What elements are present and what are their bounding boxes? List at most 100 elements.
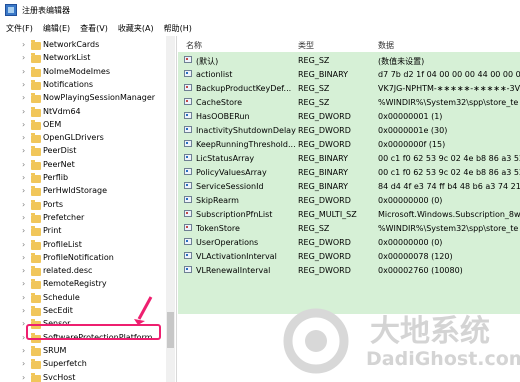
expand-chevron-icon[interactable]: › <box>22 200 25 209</box>
tree-item[interactable]: › PeerDist <box>0 145 166 159</box>
expand-chevron-icon[interactable]: › <box>22 80 25 89</box>
value-name: ServiceSessionId <box>196 182 264 191</box>
expand-chevron-icon[interactable]: › <box>22 293 25 302</box>
expand-chevron-icon[interactable]: › <box>22 373 25 382</box>
value-row[interactable]: KeepRunningThreshold... REG_DWORD 0x000000… <box>178 137 520 151</box>
tree-item[interactable]: › Notifications <box>0 79 166 93</box>
expand-chevron-icon[interactable]: › <box>22 53 25 62</box>
expand-chevron-icon[interactable]: › <box>22 359 25 368</box>
value-type: REG_DWORD <box>298 196 351 205</box>
expand-chevron-icon[interactable]: › <box>22 213 25 222</box>
value-row[interactable]: PolicyValuesArray REG_BINARY 00 c1 f0 62 5… <box>178 165 520 179</box>
expand-chevron-icon[interactable]: › <box>22 173 25 182</box>
tree-item[interactable]: › PerHwIdStorage <box>0 185 166 199</box>
expand-chevron-icon[interactable]: › <box>22 160 25 169</box>
expand-chevron-icon[interactable]: › <box>22 240 25 249</box>
expand-chevron-icon[interactable]: › <box>22 67 25 76</box>
column-name[interactable]: 名称 <box>186 40 202 51</box>
value-row[interactable]: SubscriptionPfnList REG_MULTI_SZ Microsoft… <box>178 207 520 221</box>
value-data: 0x00000000 (0) <box>378 196 443 205</box>
value-row[interactable]: UserOperations REG_DWORD 0x00000000 (0) <box>178 235 520 249</box>
folder-icon <box>31 93 41 104</box>
pointer-arrow-icon <box>134 296 153 325</box>
value-row[interactable]: BackupProductKeyDef... REG_SZ VK7JG-NPHTM-… <box>178 81 520 95</box>
expand-chevron-icon[interactable]: › <box>22 133 25 142</box>
value-row[interactable]: TokenStore REG_SZ %WINDIR%\System32\spp\st… <box>178 221 520 235</box>
tree-item[interactable]: › NtVdm64 <box>0 106 166 120</box>
value-row[interactable]: InactivityShutdownDelay REG_DWORD 0x000000… <box>178 123 520 137</box>
tree-item[interactable]: › SRUM <box>0 345 166 359</box>
folder-icon <box>31 212 41 223</box>
expand-chevron-icon[interactable]: › <box>22 120 25 129</box>
value-row[interactable]: HasOOBERun REG_DWORD 0x00000001 (1) <box>178 109 520 123</box>
expand-chevron-icon[interactable]: › <box>22 107 25 116</box>
menu-help[interactable]: 帮助(H) <box>164 23 192 34</box>
tree-item[interactable]: › Superfetch <box>0 358 166 372</box>
folder-icon <box>31 199 41 210</box>
folder-icon <box>31 306 41 316</box>
value-name: InactivityShutdownDelay <box>196 126 296 135</box>
tree-item[interactable]: › Ports <box>0 199 166 213</box>
expand-chevron-icon[interactable]: › <box>22 306 25 315</box>
value-row[interactable]: SkipRearm REG_DWORD 0x00000000 (0) <box>178 193 520 207</box>
menu-view[interactable]: 查看(V) <box>80 23 108 34</box>
expand-chevron-icon[interactable]: › <box>22 93 25 102</box>
folder-icon <box>31 345 41 356</box>
menu-edit[interactable]: 编辑(E) <box>43 23 70 34</box>
expand-chevron-icon[interactable]: › <box>22 333 25 342</box>
tree-item[interactable]: › NowPlayingSessionManager <box>0 92 166 106</box>
value-name: SkipRearm <box>196 196 239 205</box>
tree-item[interactable]: › related.desc <box>0 265 166 279</box>
value-row[interactable]: LicStatusArray REG_BINARY 00 c1 f0 62 53 9… <box>178 151 520 165</box>
tree-item[interactable]: › RemoteRegistry <box>0 278 166 292</box>
tree-item[interactable]: › ProfileNotification <box>0 252 166 266</box>
menu-file[interactable]: 文件(F) <box>6 23 33 34</box>
menu-favorites[interactable]: 收藏夹(A) <box>118 23 154 34</box>
tree-item[interactable]: › Perflib <box>0 172 166 186</box>
tree-item-label: SecEdit <box>43 306 73 315</box>
scrollbar-thumb[interactable] <box>167 312 174 348</box>
column-data[interactable]: 数据 <box>378 40 394 51</box>
tree-item-label: Ports <box>43 199 64 209</box>
expand-chevron-icon[interactable]: › <box>22 146 25 155</box>
expand-chevron-icon[interactable]: › <box>22 253 25 262</box>
column-type[interactable]: 类型 <box>298 40 314 51</box>
value-row[interactable]: VLRenewalInterval REG_DWORD 0x00002760 (10… <box>178 263 520 277</box>
folder-icon <box>31 226 41 237</box>
tree-item[interactable]: › SvcHost <box>0 372 166 382</box>
expand-chevron-icon[interactable]: › <box>22 186 25 195</box>
tree-item[interactable]: › OpenGLDrivers <box>0 132 166 146</box>
value-name: PolicyValuesArray <box>196 168 267 177</box>
tree-item-label: Perflib <box>43 173 69 182</box>
value-name: (默认) <box>196 57 219 66</box>
tree-item[interactable]: › ProfileList <box>0 239 166 253</box>
value-data: 00 c1 f0 62 53 9c 02 4e b8 86 a3 52 <box>378 168 520 177</box>
value-type: REG_SZ <box>298 84 330 93</box>
tree-item-label: related.desc <box>43 266 93 276</box>
value-row[interactable]: actionlist REG_BINARY d7 7b d2 1f 04 00 00… <box>178 67 520 81</box>
value-row[interactable]: ServiceSessionId REG_BINARY 84 d4 4f e3 74… <box>178 179 520 193</box>
expand-chevron-icon[interactable]: › <box>22 279 25 288</box>
tree-item[interactable]: › Print <box>0 225 166 239</box>
tree-item[interactable]: › Prefetcher <box>0 212 166 226</box>
expand-chevron-icon[interactable]: › <box>22 226 25 235</box>
value-type: REG_SZ <box>298 56 330 65</box>
tree-item[interactable]: › OEM <box>0 119 166 133</box>
value-row[interactable]: CacheStore REG_SZ %WINDIR%\System32\spp\st… <box>178 95 520 109</box>
value-row[interactable]: VLActivationInterval REG_DWORD 0x00000078 … <box>178 249 520 263</box>
expand-chevron-icon[interactable]: › <box>22 319 25 328</box>
tree-scrollbar[interactable] <box>166 36 175 382</box>
tree-item[interactable]: › NetworkCards <box>0 39 166 53</box>
value-data: Microsoft.Windows.Subscription_8w <box>378 210 520 219</box>
tree-item-label: NetworkList <box>43 53 91 63</box>
value-data: (数值未设置) <box>378 57 425 66</box>
value-row[interactable]: (默认) REG_SZ (数值未设置) <box>178 53 520 67</box>
tree-item[interactable]: › NetworkList <box>0 52 166 66</box>
tree-item[interactable]: › PeerNet <box>0 159 166 173</box>
value-type: REG_DWORD <box>298 238 351 247</box>
expand-chevron-icon[interactable]: › <box>22 346 25 355</box>
expand-chevron-icon[interactable]: › <box>22 40 25 49</box>
tree-item[interactable]: › NoImeModeImes <box>0 66 166 80</box>
expand-chevron-icon[interactable]: › <box>22 266 25 275</box>
string-value-icon <box>184 224 192 231</box>
